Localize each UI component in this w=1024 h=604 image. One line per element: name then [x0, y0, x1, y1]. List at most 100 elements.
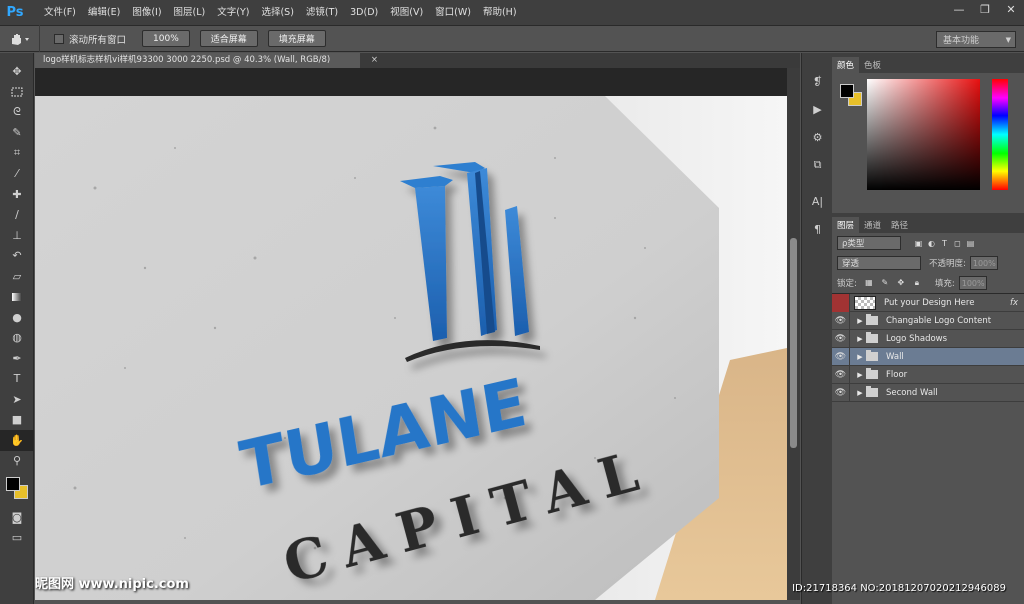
lock-position-icon[interactable]: ✥ [895, 278, 907, 288]
expand-arrow-icon[interactable]: ▶ [854, 317, 866, 325]
close-button[interactable]: ✕ [998, 0, 1024, 18]
menu-3d[interactable]: 3D(D) [344, 0, 384, 25]
color-panel [832, 73, 1024, 213]
opacity-field[interactable]: 100% [969, 256, 998, 270]
layer-changable-logo-content[interactable]: 👁︎ ▶ Changable Logo Content [832, 311, 1024, 330]
eye-icon[interactable]: 👁︎ [832, 383, 850, 402]
properties-panel-icon[interactable]: ⚙ [802, 123, 833, 151]
tab-layers[interactable]: 图层 [832, 217, 860, 233]
menu-layer[interactable]: 图层(L) [168, 0, 212, 25]
eye-icon[interactable]: 👁︎ [832, 311, 850, 330]
scroll-all-checkbox[interactable] [54, 33, 64, 44]
hand-tool-preset-icon[interactable] [0, 25, 40, 52]
layer-logo-shadows[interactable]: 👁︎ ▶ Logo Shadows [832, 329, 1024, 348]
scrollbar-thumb[interactable] [790, 238, 797, 448]
fit-screen-button[interactable]: 适合屏幕 [199, 30, 258, 47]
color-spectrum-picker[interactable] [867, 79, 980, 190]
document-title: logo样机标志样机vi样机93300 3000 2250.psd @ 40.3… [43, 55, 331, 65]
lock-all-icon[interactable]: 🔒︎ [911, 278, 923, 288]
workspace-select[interactable]: 基本功能 ▼ [936, 31, 1016, 48]
layer-wall[interactable]: 👁︎ ▶ Wall [832, 347, 1024, 366]
quick-mask-icon[interactable]: ◙ [0, 507, 34, 528]
lasso-tool-icon[interactable]: ᘓ [0, 102, 34, 123]
path-select-tool-icon[interactable]: ➤ [0, 389, 34, 410]
menu-help[interactable]: 帮助(H) [477, 0, 523, 25]
menu-image[interactable]: 图像(I) [126, 0, 167, 25]
shape-filter-icon[interactable]: ◻ [952, 239, 963, 248]
expand-arrow-icon[interactable]: ▶ [854, 335, 866, 343]
color-panel-foreground-swatch[interactable] [840, 84, 854, 98]
eye-icon[interactable]: 👁︎ [832, 329, 850, 348]
actions-panel-icon[interactable]: ▶ [802, 95, 833, 123]
document-canvas[interactable]: TULANE CAPITAL 昵图网 www.nipic.com [35, 68, 787, 600]
pen-tool-icon[interactable]: ✒ [0, 348, 34, 369]
restore-button[interactable]: ❐ [972, 0, 998, 18]
gradient-tool-icon[interactable] [0, 287, 34, 308]
expand-arrow-icon[interactable]: ▶ [854, 353, 866, 361]
pixel-filter-icon[interactable]: ▣ [913, 239, 924, 248]
color-swatches[interactable] [0, 471, 34, 507]
layer-name: Floor [886, 369, 908, 380]
minimize-button[interactable]: — [946, 0, 972, 18]
vertical-scrollbar[interactable] [787, 68, 800, 600]
menu-type[interactable]: 文字(Y) [211, 0, 255, 25]
type-filter-icon[interactable]: T [939, 239, 950, 248]
menu-edit[interactable]: 编辑(E) [82, 0, 126, 25]
move-tool-icon[interactable]: ✥ [0, 61, 34, 82]
close-document-icon[interactable]: × [371, 53, 378, 68]
fill-screen-button[interactable]: 填充屏幕 [267, 30, 326, 47]
layer-second-wall[interactable]: 👁︎ ▶ Second Wall [832, 383, 1024, 402]
paragraph-panel-icon[interactable]: ¶ [802, 215, 833, 243]
quick-select-tool-icon[interactable]: ✎ [0, 123, 34, 144]
tab-channels[interactable]: 通道 [859, 217, 886, 233]
visibility-toggle-off[interactable] [832, 293, 850, 312]
eraser-tool-icon[interactable]: ▱ [0, 266, 34, 287]
history-brush-tool-icon[interactable]: ↶ [0, 246, 34, 267]
menu-window[interactable]: 窗口(W) [429, 0, 477, 25]
zoom-100-button[interactable]: 100% [142, 30, 190, 47]
document-tab[interactable]: logo样机标志样机vi样机93300 3000 2250.psd @ 40.3… [35, 53, 378, 68]
scroll-all-windows-option[interactable]: 滚动所有窗口 [54, 32, 126, 46]
menu-select[interactable]: 选择(S) [255, 0, 299, 25]
eye-icon[interactable]: 👁︎ [832, 365, 850, 384]
blur-tool-icon[interactable]: ● [0, 307, 34, 328]
adjustment-filter-icon[interactable]: ◐ [926, 239, 937, 248]
blend-mode-select[interactable]: 穿透 [837, 256, 921, 270]
lock-transparent-icon[interactable]: ▦ [863, 278, 875, 288]
eye-icon[interactable]: 👁︎ [832, 347, 850, 366]
dodge-tool-icon[interactable]: ◍ [0, 328, 34, 349]
hue-slider[interactable] [992, 79, 1008, 190]
screen-mode-icon[interactable]: ▭ [0, 528, 34, 549]
adjustments-panel-icon[interactable]: ⧉ [802, 151, 833, 179]
brush-tool-icon[interactable]: ∕ [0, 205, 34, 226]
tab-color[interactable]: 颜色 [832, 57, 860, 73]
eyedropper-tool-icon[interactable]: ⁄ [0, 164, 34, 185]
smart-object-filter-icon[interactable]: ▤ [965, 239, 976, 248]
photoshop-window: Ps 文件(F) 编辑(E) 图像(I) 图层(L) 文字(Y) 选择(S) 滤… [0, 0, 1024, 604]
layer-put-your-design-here[interactable]: Put your Design Here fx [832, 293, 1024, 312]
healing-brush-tool-icon[interactable]: ✚ [0, 184, 34, 205]
layer-floor[interactable]: 👁︎ ▶ Floor [832, 365, 1024, 384]
menu-filter[interactable]: 滤镜(T) [300, 0, 344, 25]
history-panel-icon[interactable]: ❡ [802, 67, 833, 95]
character-panel-icon[interactable]: A| [802, 187, 833, 215]
tab-paths[interactable]: 路径 [886, 217, 913, 233]
fill-field[interactable]: 100% [958, 276, 987, 290]
fx-icon[interactable]: fx [1010, 298, 1018, 308]
menu-file[interactable]: 文件(F) [38, 0, 82, 25]
rectangle-tool-icon[interactable]: ■ [0, 410, 34, 431]
layer-list: Put your Design Here fx 👁︎ ▶ Changable L… [832, 293, 1024, 402]
lock-pixels-icon[interactable]: ✎ [879, 278, 891, 288]
tab-swatches[interactable]: 色板 [859, 57, 886, 73]
clone-stamp-tool-icon[interactable]: ⊥ [0, 225, 34, 246]
menu-view[interactable]: 视图(V) [384, 0, 429, 25]
expand-arrow-icon[interactable]: ▶ [854, 389, 866, 397]
hand-tool-icon[interactable]: ✋ [0, 430, 34, 451]
type-tool-icon[interactable]: T [0, 369, 34, 390]
foreground-color-swatch[interactable] [6, 477, 20, 491]
crop-tool-icon[interactable]: ⌗ [0, 143, 34, 164]
layer-kind-filter[interactable]: ρ类型 [837, 236, 901, 250]
marquee-tool-icon[interactable] [0, 82, 34, 103]
expand-arrow-icon[interactable]: ▶ [854, 371, 866, 379]
zoom-tool-icon[interactable]: ⚲ [0, 451, 34, 472]
